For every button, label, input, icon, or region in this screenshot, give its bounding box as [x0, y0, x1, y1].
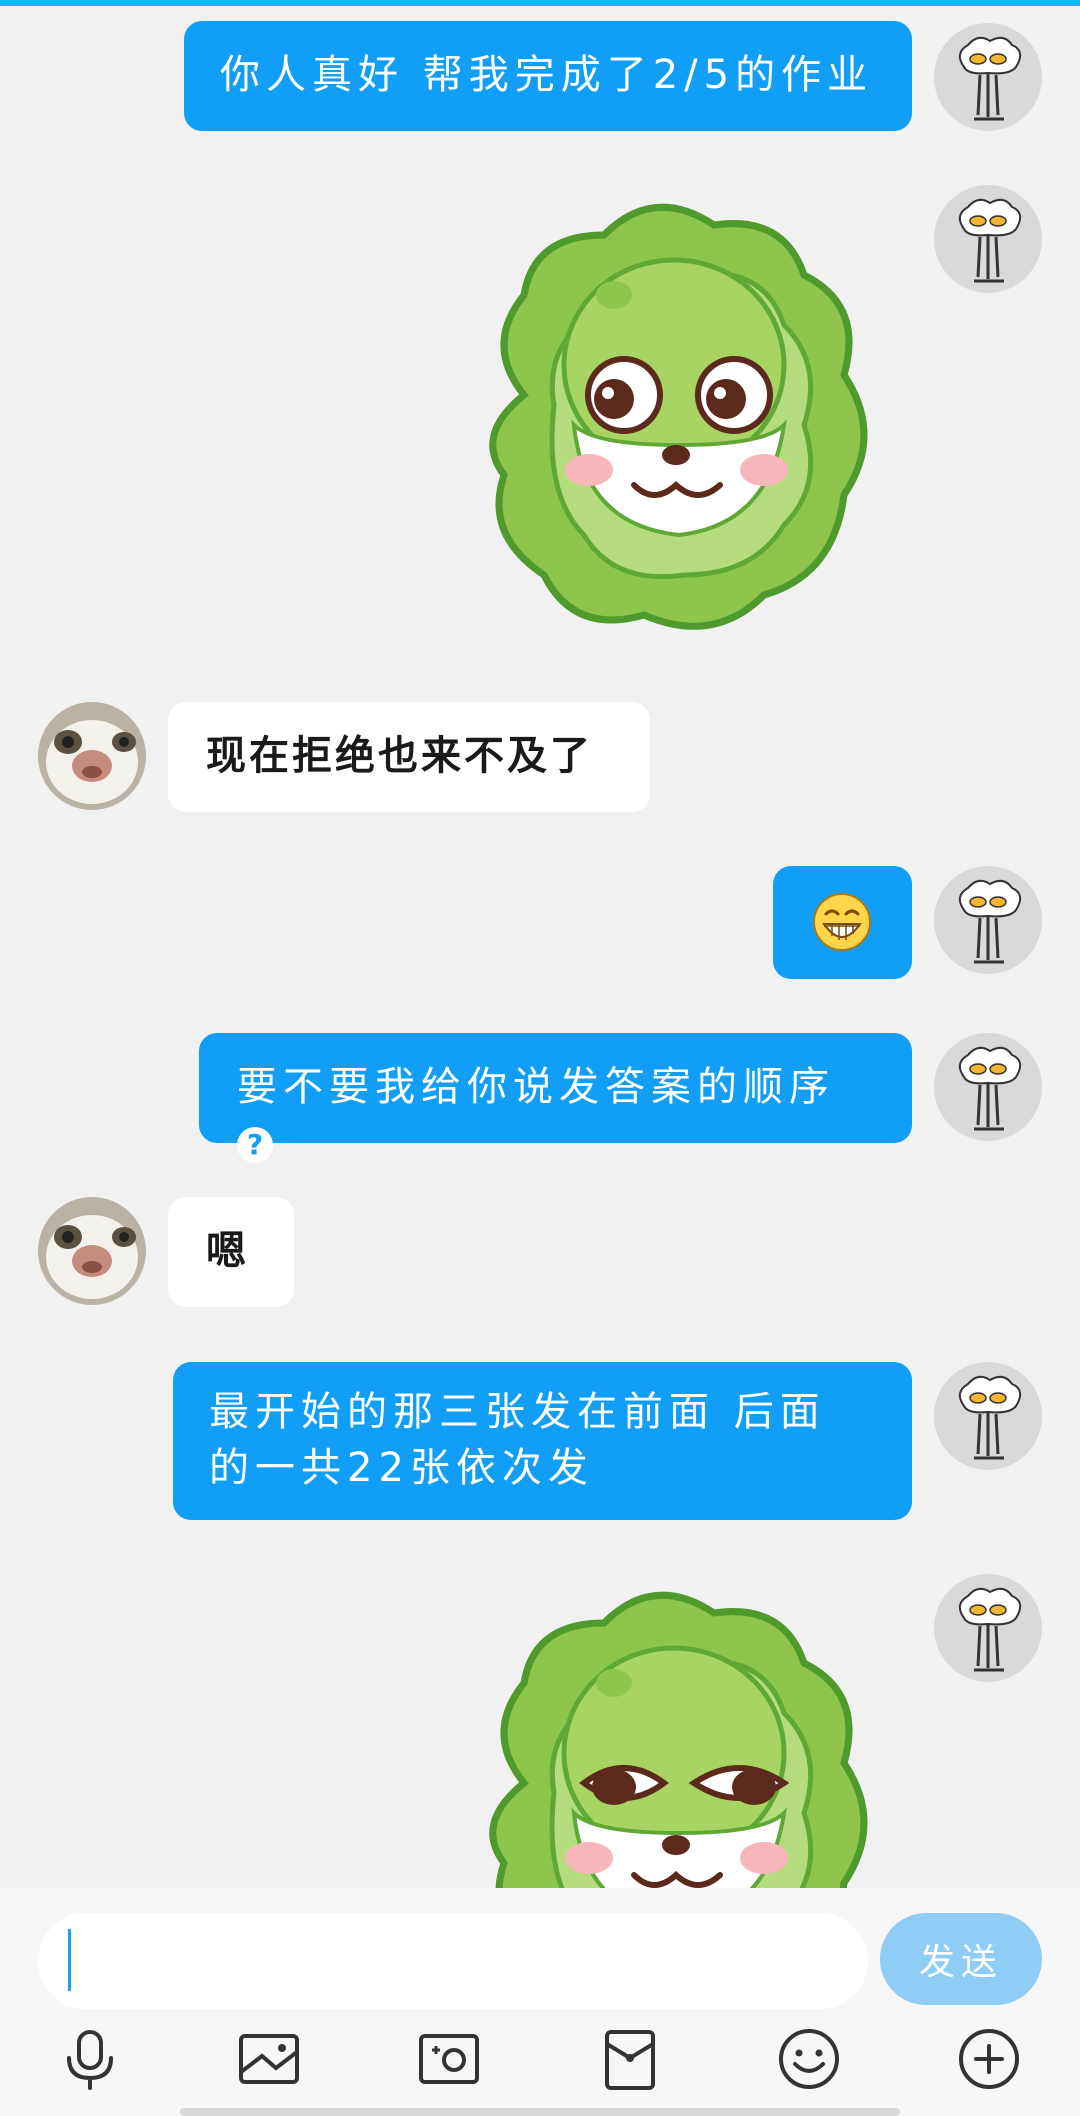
cabbage-dog-sticker[interactable] — [448, 195, 900, 635]
red-packet-icon[interactable] — [597, 2026, 663, 2092]
microphone-icon[interactable] — [57, 2026, 123, 2092]
message-text-line: 的一共22张依次发 — [209, 1445, 594, 1491]
top-accent-line — [0, 0, 1080, 6]
camera-icon[interactable] — [416, 2026, 482, 2092]
question-icon: ? — [237, 1127, 273, 1163]
message-text-line: 最开始的那三张发在前面 后面 — [209, 1389, 826, 1435]
home-indicator — [180, 2108, 900, 2116]
message-bubble-sent[interactable] — [773, 866, 912, 979]
my-avatar[interactable] — [934, 23, 1042, 131]
my-avatar[interactable] — [934, 185, 1042, 293]
message-text: 嗯 — [206, 1228, 249, 1274]
friend-avatar[interactable] — [38, 1197, 146, 1305]
friend-avatar[interactable] — [38, 702, 146, 810]
message-bubble-received[interactable]: 嗯 — [168, 1197, 294, 1307]
cabbage-dog-sticker-sideeye[interactable] — [448, 1583, 900, 1888]
plus-icon[interactable] — [956, 2026, 1022, 2092]
message-bubble-received[interactable]: 现在拒绝也来不及了 — [168, 702, 650, 812]
text-caret — [68, 1929, 71, 1991]
message-input[interactable] — [38, 1913, 868, 2009]
message-bubble-sent[interactable]: 要不要我给你说发答案的顺序 ? — [199, 1033, 912, 1163]
my-avatar[interactable] — [934, 1033, 1042, 1141]
my-avatar[interactable] — [934, 866, 1042, 974]
message-bubble-sent[interactable]: 你人真好 帮我完成了2/5的作业 — [184, 21, 912, 131]
grin-emoji — [813, 893, 871, 951]
message-text: 现在拒绝也来不及了 — [206, 733, 593, 779]
message-text: 你人真好 帮我完成了2/5的作业 — [220, 52, 874, 98]
send-button[interactable]: 发送 — [880, 1913, 1042, 2005]
message-text: 要不要我给你说发答案的顺序 — [237, 1064, 835, 1110]
message-bubble-sent[interactable]: 最开始的那三张发在前面 后面 的一共22张依次发 — [173, 1362, 912, 1520]
my-avatar[interactable] — [934, 1362, 1042, 1470]
image-icon[interactable] — [236, 2026, 302, 2092]
emoji-icon[interactable] — [776, 2026, 842, 2092]
my-avatar[interactable] — [934, 1574, 1042, 1682]
